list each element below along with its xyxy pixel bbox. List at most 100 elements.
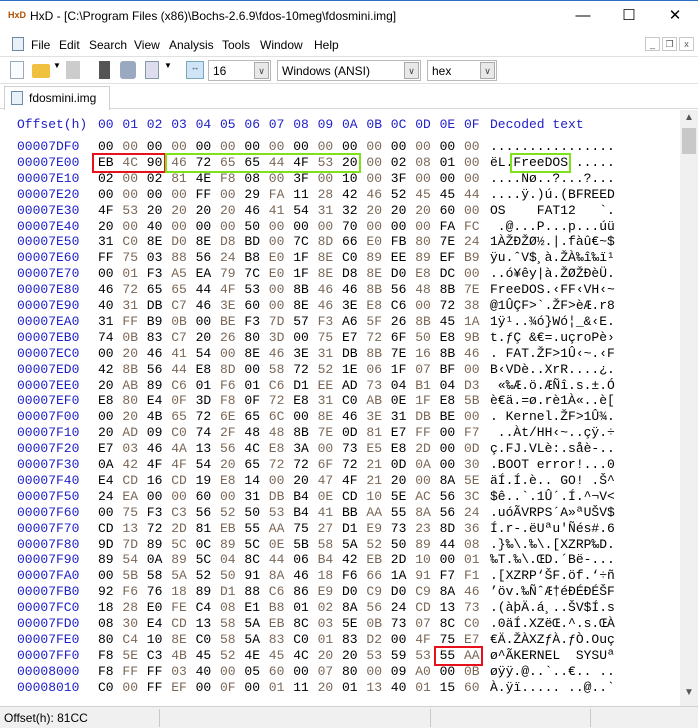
hex-byte[interactable]: E8 <box>366 298 386 313</box>
hex-byte[interactable]: 0C <box>196 537 216 552</box>
hex-byte[interactable]: C6 <box>171 378 191 393</box>
hex-byte[interactable]: 56 <box>147 362 167 377</box>
hex-byte[interactable]: 4F <box>293 155 313 170</box>
hex-byte[interactable]: 00 <box>171 219 191 234</box>
hex-byte[interactable]: 03 <box>318 616 338 631</box>
hex-byte[interactable]: D0 <box>171 234 191 249</box>
hex-byte[interactable]: 3E <box>220 298 240 313</box>
hex-byte[interactable]: 0D <box>464 441 484 456</box>
hex-byte[interactable]: E8 <box>98 393 118 408</box>
hex-byte[interactable]: 00 <box>196 680 216 695</box>
hex-byte[interactable]: 89 <box>415 250 435 265</box>
hex-byte[interactable]: 52 <box>220 648 240 663</box>
hex-byte[interactable]: 3C <box>464 489 484 504</box>
hex-byte[interactable]: 80 <box>98 632 118 647</box>
hex-byte[interactable]: 47 <box>318 473 338 488</box>
hex-byte[interactable]: 30 <box>464 457 484 472</box>
hex-byte[interactable]: EE <box>391 250 411 265</box>
hex-byte[interactable]: 26 <box>391 314 411 329</box>
hex-byte[interactable]: 41 <box>171 346 191 361</box>
hex-byte[interactable]: F7 <box>464 425 484 440</box>
hex-byte[interactable]: E1 <box>244 600 264 615</box>
hex-byte[interactable]: 8B <box>440 346 460 361</box>
hex-byte[interactable]: 20 <box>415 203 435 218</box>
hex-byte[interactable]: 5A <box>342 537 362 552</box>
hex-byte[interactable]: 00 <box>440 664 460 679</box>
hex-byte[interactable]: 00 <box>98 139 118 154</box>
hex-byte[interactable]: 60 <box>464 680 484 695</box>
hex-byte[interactable]: 20 <box>122 409 142 424</box>
hex-byte[interactable]: E4 <box>98 473 118 488</box>
hex-byte[interactable]: 00 <box>391 139 411 154</box>
hex-byte[interactable]: 80 <box>122 393 142 408</box>
hex-byte[interactable]: BB <box>342 505 362 520</box>
hex-byte[interactable]: 65 <box>171 409 191 424</box>
hex-byte[interactable]: 8D <box>220 362 240 377</box>
hex-byte[interactable]: 46 <box>147 346 167 361</box>
hex-byte[interactable]: 01 <box>342 680 362 695</box>
hex-byte[interactable]: 8A <box>440 473 460 488</box>
hex-byte[interactable]: 19 <box>196 473 216 488</box>
hex-byte[interactable]: 5E <box>342 616 362 631</box>
decoded-text[interactable]: À.ÿï..... ..@..` <box>490 680 615 695</box>
hex-byte[interactable]: 20 <box>147 203 167 218</box>
hex-byte[interactable]: 0E <box>391 393 411 408</box>
hex-byte[interactable]: 3D <box>196 393 216 408</box>
hex-byte[interactable]: 5E <box>122 648 142 663</box>
hex-byte[interactable]: 09 <box>147 425 167 440</box>
decoded-text[interactable]: Í.r-.ëUªu'Ñés#.6 <box>490 521 615 536</box>
hex-byte[interactable]: 56 <box>391 282 411 297</box>
hex-byte[interactable]: 31 <box>391 409 411 424</box>
hex-byte[interactable]: DC <box>440 266 460 281</box>
hex-byte[interactable]: 20 <box>171 203 191 218</box>
hex-byte[interactable]: 04 <box>391 378 411 393</box>
hex-byte[interactable]: DB <box>269 489 289 504</box>
scroll-thumb[interactable] <box>682 128 696 154</box>
hex-byte[interactable]: D2 <box>366 632 386 647</box>
hex-byte[interactable]: 65 <box>244 457 264 472</box>
hex-byte[interactable]: C6 <box>269 378 289 393</box>
hex-byte[interactable]: 05 <box>244 664 264 679</box>
hex-byte[interactable]: 00 <box>269 473 289 488</box>
decoded-text[interactable]: .BOOT error!...0 <box>490 457 615 472</box>
hex-byte[interactable]: 20 <box>391 203 411 218</box>
scroll-up-icon[interactable]: ▲ <box>680 112 698 129</box>
hex-byte[interactable]: 5C <box>196 552 216 567</box>
hex-byte[interactable]: AA <box>464 648 484 663</box>
hex-byte[interactable]: 58 <box>220 632 240 647</box>
menu-analysis[interactable]: Analysis <box>169 38 214 52</box>
hex-byte[interactable]: 4E <box>196 171 216 186</box>
hex-byte[interactable]: 45 <box>440 314 460 329</box>
hex-byte[interactable]: EA <box>122 489 142 504</box>
hex-byte[interactable]: B4 <box>318 552 338 567</box>
hex-byte[interactable]: 5B <box>293 537 313 552</box>
maximize-button[interactable]: ☐ <box>606 1 652 31</box>
hex-byte[interactable]: 80 <box>244 330 264 345</box>
hex-byte[interactable]: 13 <box>366 680 386 695</box>
hex-byte[interactable]: C0 <box>342 250 362 265</box>
hex-byte[interactable]: 00 <box>269 282 289 297</box>
hex-byte[interactable]: 31 <box>98 234 118 249</box>
hex-byte[interactable]: 74 <box>98 330 118 345</box>
hex-byte[interactable]: 81 <box>366 425 386 440</box>
decoded-text[interactable]: ....ÿ.)ú.(BFREED <box>490 187 615 202</box>
hex-byte[interactable]: 65 <box>244 409 264 424</box>
hex-byte[interactable]: 8E <box>171 632 191 647</box>
hex-byte[interactable]: 36 <box>464 521 484 536</box>
hex-byte[interactable]: 50 <box>415 330 435 345</box>
hex-byte[interactable]: 89 <box>366 250 386 265</box>
hex-byte[interactable]: F6 <box>122 584 142 599</box>
hex-byte[interactable]: 00 <box>293 139 313 154</box>
hex-byte[interactable]: 89 <box>98 552 118 567</box>
hex-byte[interactable]: 81 <box>196 521 216 536</box>
hex-byte[interactable]: 7D <box>269 314 289 329</box>
hex-byte[interactable]: B9 <box>464 250 484 265</box>
hex-byte[interactable]: 8B <box>366 346 386 361</box>
hex-byte[interactable]: 58 <box>269 362 289 377</box>
hex-byte[interactable]: 73 <box>391 521 411 536</box>
hex-byte[interactable]: 89 <box>220 537 240 552</box>
hex-byte[interactable]: 00 <box>391 219 411 234</box>
decoded-text[interactable]: äÍ.Í.è.. GO! .Š^ <box>490 473 615 488</box>
hex-byte[interactable]: 00 <box>415 298 435 313</box>
hex-byte[interactable]: 40 <box>391 680 411 695</box>
